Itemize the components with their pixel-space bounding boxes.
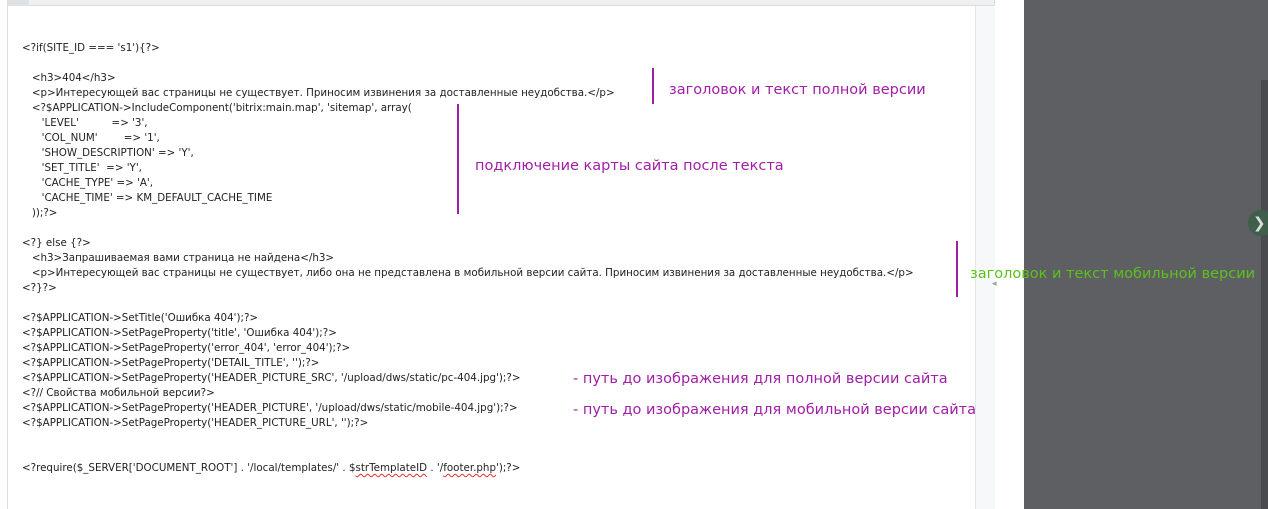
code-line[interactable]: <?$APPLICATION->IncludeComponent('bitrix…: [22, 101, 412, 116]
code-line[interactable]: 'LEVEL' => '3',: [22, 116, 148, 131]
code-line[interactable]: <?if(SITE_ID === 's1'){?>: [22, 41, 160, 56]
editor-tab[interactable]: [8, 0, 29, 6]
code-line[interactable]: <?$APPLICATION->SetTitle('Ошибка 404');?…: [22, 311, 258, 326]
code-line[interactable]: <?$APPLICATION->SetPageProperty('DETAIL_…: [22, 356, 319, 371]
code-line[interactable]: <?}?>: [22, 281, 57, 296]
code-line[interactable]: <h3>404</h3>: [22, 71, 116, 86]
code-line[interactable]: <?$APPLICATION->SetPageProperty('HEADER_…: [22, 371, 520, 386]
annotation-mobile-image: - путь до изображения для мобильной верс…: [573, 402, 976, 418]
code-line[interactable]: <p>Интересующей вас страницы не существу…: [22, 266, 914, 281]
spellcheck-word: footer.php: [443, 462, 496, 474]
code-line[interactable]: <?$APPLICATION->SetPageProperty('HEADER_…: [22, 401, 518, 416]
code-line[interactable]: ));?>: [22, 206, 58, 221]
annotation-mobile-version: заголовок и текст мобильной версии: [970, 266, 1256, 282]
editor-toolbar: [8, 0, 994, 6]
code-segment: <?require($_SERVER['DOCUMENT_ROOT'] . '/…: [22, 462, 356, 474]
code-line[interactable]: 'SET_TITLE' => 'Y',: [22, 161, 142, 176]
code-segment: . '/: [427, 462, 444, 474]
code-line[interactable]: <?} else {?>: [22, 236, 91, 251]
annotation-sitemap: подключение карты сайта после текста: [475, 158, 784, 174]
code-segment: ');?>: [495, 462, 521, 474]
next-arrow-button[interactable]: ❯: [1248, 210, 1268, 236]
code-line[interactable]: <h3>Запрашиваемая вами страница не найде…: [22, 251, 334, 266]
editor-scrollbar[interactable]: [975, 6, 995, 509]
code-line[interactable]: <?require($_SERVER['DOCUMENT_ROOT'] . '/…: [22, 461, 520, 476]
code-line[interactable]: <?$APPLICATION->SetPageProperty('error_4…: [22, 341, 350, 356]
spellcheck-word: strTemplateID: [355, 462, 428, 474]
code-editor[interactable]: <?if(SITE_ID === 's1'){?> <h3>404</h3> <…: [7, 0, 997, 509]
code-line[interactable]: <?$APPLICATION->SetPageProperty('title',…: [22, 326, 337, 341]
code-line[interactable]: <p>Интересующей вас страницы не существу…: [22, 86, 615, 101]
code-line[interactable]: 'COL_NUM' => '1',: [22, 131, 160, 146]
code-line[interactable]: <?$APPLICATION->SetPageProperty('HEADER_…: [22, 416, 368, 431]
code-line[interactable]: 'CACHE_TYPE' => 'A',: [22, 176, 153, 191]
code-line[interactable]: <?// Свойства мобильной версии?>: [22, 386, 215, 401]
chevron-right-icon: ❯: [1253, 214, 1266, 232]
code-line[interactable]: 'CACHE_TIME' => KM_DEFAULT_CACHE_TIME: [22, 191, 273, 206]
annotation-bracket: [652, 68, 654, 104]
dark-overlay-panel: [1024, 0, 1268, 509]
annotation-pc-image: - путь до изображения для полной версии …: [573, 371, 948, 387]
overlay-side-strip: [1261, 80, 1268, 509]
code-line[interactable]: 'SHOW_DESCRIPTION' => 'Y',: [22, 146, 194, 161]
annotation-bracket: [956, 241, 958, 297]
annotation-bracket: [457, 104, 459, 214]
annotation-full-version: заголовок и текст полной версии: [669, 82, 926, 98]
